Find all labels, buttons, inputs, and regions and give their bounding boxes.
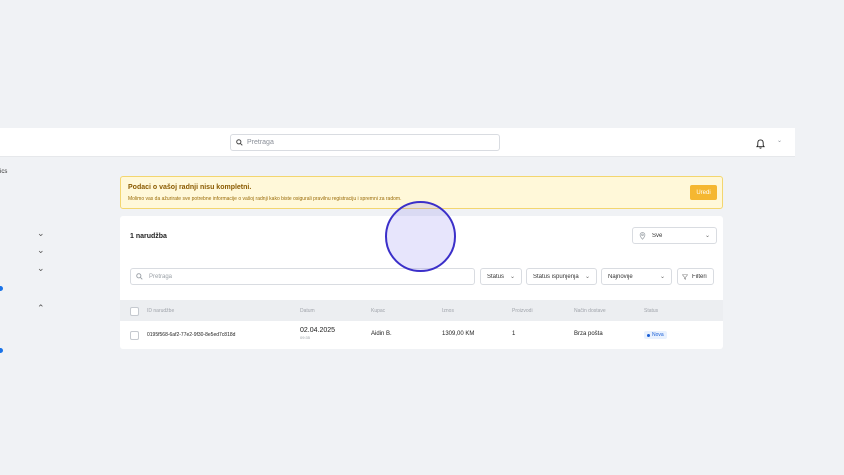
status-badge: Nova xyxy=(644,331,667,339)
sidebar-label-fragment: ics xyxy=(0,169,8,175)
column-header-total[interactable]: Iznos xyxy=(442,308,454,314)
order-delivery: Brza pošta xyxy=(574,331,603,337)
fulfillment-filter-select[interactable]: Status ispunjenja ⌄ xyxy=(526,268,597,285)
select-all-checkbox[interactable] xyxy=(130,307,139,316)
orders-search-placeholder: Pretraga xyxy=(149,273,173,280)
chevron-down-icon: ⌄ xyxy=(659,274,665,280)
status-badge-label: Nova xyxy=(652,332,664,338)
filters-button[interactable]: Filteri xyxy=(677,268,714,285)
alert-title: Podaci o vašoj radnji nisu kompletni. xyxy=(128,184,252,191)
chevron-down-icon: ⌄ xyxy=(509,274,515,280)
search-icon xyxy=(236,139,243,146)
sidebar-chevron-down-icon[interactable]: ⌄ xyxy=(37,246,45,255)
fulfillment-filter-label: Status ispunjenja xyxy=(533,273,579,280)
sidebar-chevron-down-icon[interactable]: ⌄ xyxy=(37,229,45,238)
column-header-customer[interactable]: Kupac xyxy=(371,308,385,314)
account-chevron-down-icon[interactable]: ⌄ xyxy=(777,137,782,144)
order-products: 1 xyxy=(512,331,516,337)
top-bar: Pretraga ⌄ xyxy=(0,128,795,157)
status-filter-select[interactable]: Status ⌄ xyxy=(480,268,522,285)
order-total: 1309,00 KM xyxy=(442,331,475,337)
chevron-down-icon: ⌄ xyxy=(704,233,710,239)
global-search-input[interactable]: Pretraga xyxy=(230,134,500,151)
bell-icon[interactable] xyxy=(756,136,765,154)
chevron-down-icon: ⌄ xyxy=(584,274,590,280)
sort-select[interactable]: Najnovije ⌄ xyxy=(601,268,672,285)
orders-count: 1 narudžba xyxy=(130,233,167,240)
column-header-date[interactable]: Datum xyxy=(300,308,315,314)
sidebar-chevron-up-icon[interactable]: ⌃ xyxy=(37,304,45,313)
location-select[interactable]: Sve ⌄ xyxy=(632,227,717,244)
status-dot xyxy=(647,333,650,337)
status-filter-label: Status xyxy=(487,273,505,280)
location-select-value: Sve xyxy=(652,232,663,239)
sidebar-chevron-down-icon[interactable]: ⌄ xyxy=(37,264,45,273)
order-date: 02.04.2025 xyxy=(300,327,336,334)
click-indicator xyxy=(385,201,456,272)
alert-message: Molimo vas da ažurirate sve potrebne inf… xyxy=(128,196,402,202)
column-header-status[interactable]: Status xyxy=(644,308,658,314)
order-id[interactable]: 0195f568-6af2-77e2-9f30-8e5ed7c818d xyxy=(147,332,235,338)
filter-icon xyxy=(682,273,688,280)
location-pin-icon xyxy=(639,231,646,240)
row-checkbox[interactable] xyxy=(130,331,139,340)
table-row[interactable]: 0195f568-6af2-77e2-9f30-8e5ed7c818d 02.0… xyxy=(120,321,723,349)
column-header-id[interactable]: ID narudžbe xyxy=(147,308,174,314)
order-customer: Aidin B. xyxy=(371,331,392,337)
column-header-delivery[interactable]: Način dostave xyxy=(574,308,606,314)
edit-store-button[interactable]: Uredi xyxy=(690,185,717,200)
order-date-cell: 02.04.2025 09:35 xyxy=(300,327,335,340)
column-header-products[interactable]: Proizvodi xyxy=(512,308,533,314)
sort-select-value: Najnovije xyxy=(608,273,633,280)
global-search-placeholder: Pretraga xyxy=(247,139,274,146)
orders-table-header: ID narudžbe Datum Kupac Iznos Proizvodi … xyxy=(120,300,723,321)
search-icon xyxy=(136,273,143,280)
sidebar-notification-dot xyxy=(0,286,3,291)
filters-button-label: Filteri xyxy=(692,273,707,280)
order-time: 09:35 xyxy=(300,335,311,340)
sidebar-notification-dot xyxy=(0,348,3,353)
